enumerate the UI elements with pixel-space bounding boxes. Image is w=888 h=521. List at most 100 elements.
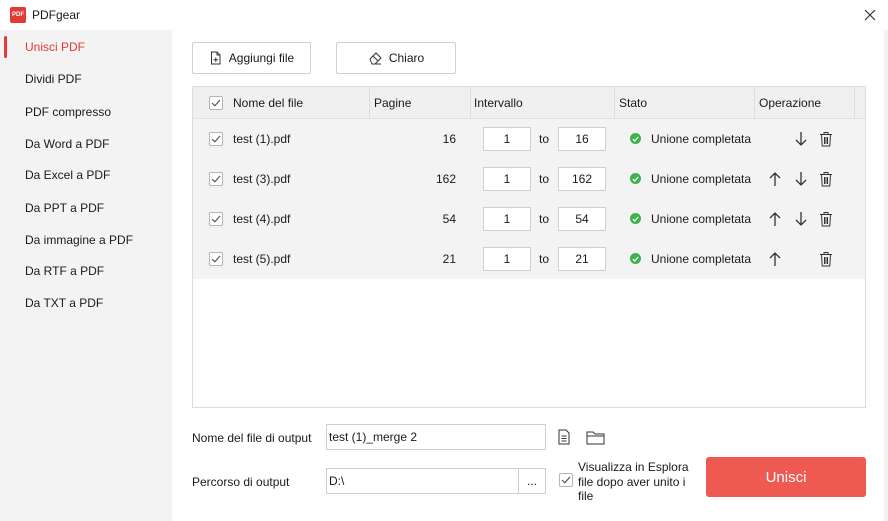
file-details-button[interactable]	[556, 428, 572, 446]
merge-status: Unione completata	[651, 132, 752, 146]
clear-label: Chiaro	[388, 51, 425, 65]
arrow-up-icon	[769, 212, 781, 226]
output-path-label: Percorso di output	[192, 475, 290, 489]
file-name: test (3).pdf	[233, 172, 291, 186]
sidebar-item-pdf-compresso[interactable]: PDF compresso	[0, 97, 172, 127]
move-down-button[interactable]	[793, 170, 809, 188]
delete-button[interactable]	[818, 250, 834, 268]
row-checkbox[interactable]	[209, 212, 223, 226]
table-row: test (1).pdf 16 1 to 16 Unione completat…	[193, 119, 865, 159]
clear-button[interactable]: Chiaro	[336, 42, 456, 74]
column-divider	[614, 87, 615, 119]
sidebar: Unisci PDF Dividi PDF PDF compresso Da W…	[0, 30, 172, 521]
row-checkbox[interactable]	[209, 132, 223, 146]
trash-icon	[820, 172, 832, 187]
range-to-label: to	[539, 132, 550, 146]
column-divider	[369, 87, 370, 119]
header-range: Intervallo	[474, 96, 523, 110]
sidebar-item-image-to-pdf[interactable]: Da immagine a PDF	[0, 225, 172, 255]
add-file-icon	[210, 51, 221, 65]
delete-button[interactable]	[818, 130, 834, 148]
close-button[interactable]	[860, 5, 880, 25]
app-title: PDFgear	[32, 8, 81, 22]
arrow-down-icon	[795, 132, 807, 146]
header-file-name: Nome del file	[233, 96, 304, 110]
range-to-input[interactable]: 21	[558, 247, 606, 271]
merge-button[interactable]: Unisci	[706, 457, 866, 497]
page-count: 54	[442, 212, 456, 226]
delete-button[interactable]	[818, 210, 834, 228]
table-row: test (5).pdf 21 1 to 21 Unione completat…	[193, 239, 865, 279]
column-divider	[470, 87, 471, 119]
sidebar-item-word-to-pdf[interactable]: Da Word a PDF	[0, 129, 172, 159]
range-to-label: to	[539, 172, 550, 186]
output-name-label: Nome del file di output	[192, 431, 312, 445]
main-panel: Aggiungi file Chiaro Nome del file Pagin…	[172, 30, 884, 521]
success-icon	[630, 173, 641, 184]
sidebar-item-unisci-pdf[interactable]: Unisci PDF	[0, 32, 172, 62]
file-name: test (5).pdf	[233, 252, 291, 266]
eraser-icon	[369, 52, 382, 65]
open-folder-button[interactable]	[586, 428, 606, 446]
range-from-input[interactable]: 1	[483, 127, 531, 151]
page-count: 16	[442, 132, 456, 146]
file-list-panel: Nome del file Pagine Intervallo Stato Op…	[192, 86, 866, 408]
sidebar-item-excel-to-pdf[interactable]: Da Excel a PDF	[0, 160, 172, 190]
success-icon	[630, 133, 641, 144]
move-down-button[interactable]	[793, 210, 809, 228]
trash-icon	[820, 212, 832, 227]
range-to-label: to	[539, 252, 550, 266]
move-down-button[interactable]	[793, 130, 809, 148]
file-name: test (1).pdf	[233, 132, 291, 146]
success-icon	[630, 253, 641, 264]
table-header: Nome del file Pagine Intervallo Stato Op…	[193, 87, 865, 119]
output-name-input[interactable]: test (1)_merge 2	[326, 424, 546, 450]
close-icon	[864, 9, 876, 21]
delete-button[interactable]	[818, 170, 834, 188]
merge-status: Unione completata	[651, 212, 752, 226]
move-up-button[interactable]	[767, 250, 783, 268]
move-up-button[interactable]	[767, 210, 783, 228]
range-to-label: to	[539, 212, 550, 226]
checkmark-icon	[211, 99, 221, 107]
merge-status: Unione completata	[651, 172, 752, 186]
header-operation: Operazione	[759, 96, 822, 110]
arrow-up-icon	[769, 172, 781, 186]
row-checkbox[interactable]	[209, 172, 223, 186]
range-from-input[interactable]: 1	[483, 247, 531, 271]
browse-button[interactable]: ...	[518, 468, 546, 494]
column-divider	[854, 87, 855, 119]
header-pages: Pagine	[374, 96, 412, 110]
row-checkbox[interactable]	[209, 252, 223, 266]
file-name: test (4).pdf	[233, 212, 291, 226]
add-file-label: Aggiungi file	[228, 51, 295, 65]
column-divider	[754, 87, 755, 119]
pdfgear-logo-icon: PDF	[10, 7, 26, 23]
sidebar-item-ppt-to-pdf[interactable]: Da PPT a PDF	[0, 193, 172, 223]
document-icon	[558, 429, 570, 445]
show-in-explorer-checkbox[interactable]	[559, 473, 573, 487]
arrow-down-icon	[795, 172, 807, 186]
sidebar-item-txt-to-pdf[interactable]: Da TXT a PDF	[0, 288, 172, 318]
page-count: 162	[435, 172, 456, 186]
range-to-input[interactable]: 16	[558, 127, 606, 151]
success-icon	[630, 213, 641, 224]
page-count: 21	[442, 252, 456, 266]
add-file-button[interactable]: Aggiungi file	[192, 42, 311, 74]
select-all-checkbox[interactable]	[209, 96, 223, 110]
range-from-input[interactable]: 1	[483, 207, 531, 231]
range-to-input[interactable]: 54	[558, 207, 606, 231]
header-status: Stato	[619, 96, 648, 110]
output-path-input[interactable]: D:\	[326, 468, 519, 494]
table-row: test (3).pdf 162 1 to 162 Unione complet…	[193, 159, 865, 199]
sidebar-item-dividi-pdf[interactable]: Dividi PDF	[0, 64, 172, 94]
checkmark-icon	[561, 476, 571, 484]
move-up-button[interactable]	[767, 170, 783, 188]
range-from-input[interactable]: 1	[483, 167, 531, 191]
checkmark-icon	[211, 215, 221, 223]
title-bar: PDF PDFgear	[0, 0, 888, 30]
sidebar-item-rtf-to-pdf[interactable]: Da RTF a PDF	[0, 256, 172, 286]
folder-icon	[586, 431, 605, 444]
range-to-input[interactable]: 162	[558, 167, 606, 191]
trash-icon	[820, 132, 832, 147]
